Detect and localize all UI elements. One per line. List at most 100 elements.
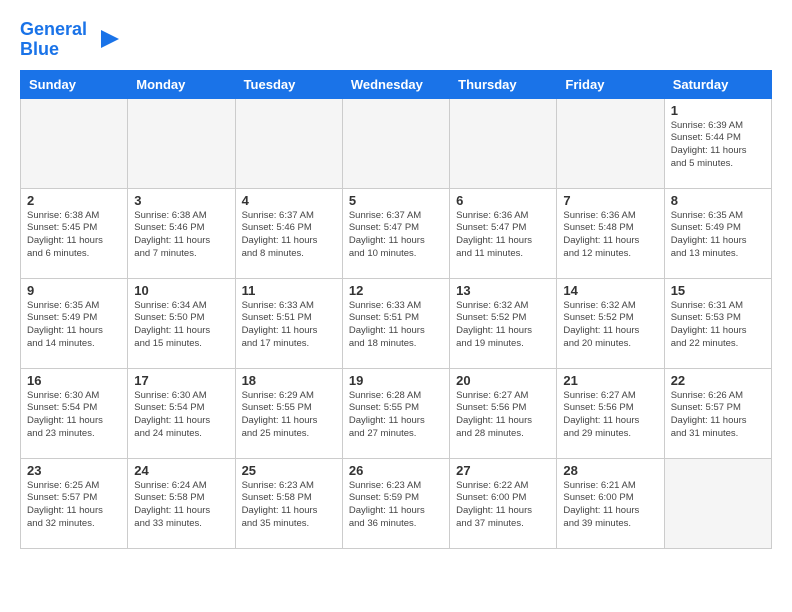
day-info: Sunrise: 6:35 AM Sunset: 5:49 PM Dayligh… [671, 210, 765, 261]
weekday-header-tuesday: Tuesday [235, 70, 342, 98]
calendar-cell: 25 Sunrise: 6:23 AM Sunset: 5:58 PM Dayli… [235, 458, 342, 548]
day-number: 19 [349, 373, 443, 388]
day-number: 18 [242, 373, 336, 388]
day-number: 13 [456, 283, 550, 298]
calendar-cell: 14 Sunrise: 6:32 AM Sunset: 5:52 PM Dayli… [557, 278, 664, 368]
calendar-cell: 28Sunrise: 6:21 AM Sunset: 6:00 PM Dayli… [557, 458, 664, 548]
calendar-cell [557, 98, 664, 188]
day-info: Sunrise: 6:30 AM Sunset: 5:54 PM Dayligh… [27, 390, 121, 441]
day-info: Sunrise: 6:38 AM Sunset: 5:46 PM Dayligh… [134, 210, 228, 261]
day-number: 3 [134, 193, 228, 208]
calendar-cell: 16 Sunrise: 6:30 AM Sunset: 5:54 PM Dayli… [21, 368, 128, 458]
day-number: 15 [671, 283, 765, 298]
calendar-cell: 4 Sunrise: 6:37 AM Sunset: 5:46 PM Daylig… [235, 188, 342, 278]
calendar-cell: 17Sunrise: 6:30 AM Sunset: 5:54 PM Dayli… [128, 368, 235, 458]
day-info: Sunrise: 6:27 AM Sunset: 5:56 PM Dayligh… [456, 390, 550, 441]
day-info: Sunrise: 6:37 AM Sunset: 5:46 PM Dayligh… [242, 210, 336, 261]
day-info: Sunrise: 6:25 AM Sunset: 5:57 PM Dayligh… [27, 480, 121, 531]
logo-icon [91, 25, 121, 55]
weekday-header-saturday: Saturday [664, 70, 771, 98]
day-number: 9 [27, 283, 121, 298]
calendar-cell: 5 Sunrise: 6:37 AM Sunset: 5:47 PM Daylig… [342, 188, 449, 278]
calendar-cell: 8 Sunrise: 6:35 AM Sunset: 5:49 PM Daylig… [664, 188, 771, 278]
page-header: General Blue [20, 20, 772, 60]
calendar-cell [664, 458, 771, 548]
day-info: Sunrise: 6:29 AM Sunset: 5:55 PM Dayligh… [242, 390, 336, 441]
day-info: Sunrise: 6:23 AM Sunset: 5:59 PM Dayligh… [349, 480, 443, 531]
calendar-cell: 12 Sunrise: 6:33 AM Sunset: 5:51 PM Dayli… [342, 278, 449, 368]
day-info: Sunrise: 6:35 AM Sunset: 5:49 PM Dayligh… [27, 300, 121, 351]
day-info: Sunrise: 6:36 AM Sunset: 5:47 PM Dayligh… [456, 210, 550, 261]
calendar-week-1: 1Sunrise: 6:39 AM Sunset: 5:44 PM Daylig… [21, 98, 772, 188]
day-info: Sunrise: 6:32 AM Sunset: 5:52 PM Dayligh… [563, 300, 657, 351]
weekday-header-wednesday: Wednesday [342, 70, 449, 98]
day-info: Sunrise: 6:34 AM Sunset: 5:50 PM Dayligh… [134, 300, 228, 351]
calendar-week-3: 9 Sunrise: 6:35 AM Sunset: 5:49 PM Daylig… [21, 278, 772, 368]
calendar-cell: 13Sunrise: 6:32 AM Sunset: 5:52 PM Dayli… [450, 278, 557, 368]
day-info: Sunrise: 6:31 AM Sunset: 5:53 PM Dayligh… [671, 300, 765, 351]
calendar-cell: 18 Sunrise: 6:29 AM Sunset: 5:55 PM Dayli… [235, 368, 342, 458]
calendar-cell [235, 98, 342, 188]
day-number: 17 [134, 373, 228, 388]
day-number: 5 [349, 193, 443, 208]
day-info: Sunrise: 6:22 AM Sunset: 6:00 PM Dayligh… [456, 480, 550, 531]
day-number: 6 [456, 193, 550, 208]
calendar-body: 1Sunrise: 6:39 AM Sunset: 5:44 PM Daylig… [21, 98, 772, 548]
weekday-header-sunday: Sunday [21, 70, 128, 98]
day-info: Sunrise: 6:21 AM Sunset: 6:00 PM Dayligh… [563, 480, 657, 531]
day-number: 7 [563, 193, 657, 208]
logo: General Blue [20, 20, 121, 60]
calendar-cell: 15 Sunrise: 6:31 AM Sunset: 5:53 PM Dayli… [664, 278, 771, 368]
calendar-table: SundayMondayTuesdayWednesdayThursdayFrid… [20, 70, 772, 549]
calendar-cell: 23 Sunrise: 6:25 AM Sunset: 5:57 PM Dayli… [21, 458, 128, 548]
day-info: Sunrise: 6:37 AM Sunset: 5:47 PM Dayligh… [349, 210, 443, 261]
weekday-header-monday: Monday [128, 70, 235, 98]
day-number: 21 [563, 373, 657, 388]
calendar-cell: 27 Sunrise: 6:22 AM Sunset: 6:00 PM Dayli… [450, 458, 557, 548]
day-number: 25 [242, 463, 336, 478]
day-number: 11 [242, 283, 336, 298]
calendar-cell: 24 Sunrise: 6:24 AM Sunset: 5:58 PM Dayli… [128, 458, 235, 548]
day-number: 2 [27, 193, 121, 208]
logo-blue: Blue [20, 39, 59, 59]
calendar-cell: 11 Sunrise: 6:33 AM Sunset: 5:51 PM Dayli… [235, 278, 342, 368]
day-number: 8 [671, 193, 765, 208]
calendar-cell: 22 Sunrise: 6:26 AM Sunset: 5:57 PM Dayli… [664, 368, 771, 458]
calendar-cell: 19 Sunrise: 6:28 AM Sunset: 5:55 PM Dayli… [342, 368, 449, 458]
calendar-cell: 7 Sunrise: 6:36 AM Sunset: 5:48 PM Daylig… [557, 188, 664, 278]
weekday-header-friday: Friday [557, 70, 664, 98]
day-number: 24 [134, 463, 228, 478]
calendar-cell: 20 Sunrise: 6:27 AM Sunset: 5:56 PM Dayli… [450, 368, 557, 458]
day-number: 22 [671, 373, 765, 388]
day-number: 23 [27, 463, 121, 478]
day-number: 27 [456, 463, 550, 478]
day-info: Sunrise: 6:36 AM Sunset: 5:48 PM Dayligh… [563, 210, 657, 261]
day-info: Sunrise: 6:28 AM Sunset: 5:55 PM Dayligh… [349, 390, 443, 441]
calendar-cell: 6 Sunrise: 6:36 AM Sunset: 5:47 PM Daylig… [450, 188, 557, 278]
day-number: 1 [671, 103, 765, 118]
weekday-header-thursday: Thursday [450, 70, 557, 98]
day-number: 14 [563, 283, 657, 298]
calendar-cell [21, 98, 128, 188]
weekday-header-row: SundayMondayTuesdayWednesdayThursdayFrid… [21, 70, 772, 98]
day-info: Sunrise: 6:33 AM Sunset: 5:51 PM Dayligh… [349, 300, 443, 351]
calendar-cell: 10 Sunrise: 6:34 AM Sunset: 5:50 PM Dayli… [128, 278, 235, 368]
day-number: 10 [134, 283, 228, 298]
day-number: 4 [242, 193, 336, 208]
calendar-cell: 21Sunrise: 6:27 AM Sunset: 5:56 PM Dayli… [557, 368, 664, 458]
day-number: 20 [456, 373, 550, 388]
calendar-cell: 3 Sunrise: 6:38 AM Sunset: 5:46 PM Daylig… [128, 188, 235, 278]
calendar-cell [450, 98, 557, 188]
day-info: Sunrise: 6:26 AM Sunset: 5:57 PM Dayligh… [671, 390, 765, 441]
logo-general: General [20, 19, 87, 39]
day-info: Sunrise: 6:23 AM Sunset: 5:58 PM Dayligh… [242, 480, 336, 531]
day-info: Sunrise: 6:24 AM Sunset: 5:58 PM Dayligh… [134, 480, 228, 531]
day-info: Sunrise: 6:38 AM Sunset: 5:45 PM Dayligh… [27, 210, 121, 261]
calendar-cell: 2 Sunrise: 6:38 AM Sunset: 5:45 PM Daylig… [21, 188, 128, 278]
calendar-cell: 26Sunrise: 6:23 AM Sunset: 5:59 PM Dayli… [342, 458, 449, 548]
day-number: 12 [349, 283, 443, 298]
calendar-cell [128, 98, 235, 188]
day-info: Sunrise: 6:33 AM Sunset: 5:51 PM Dayligh… [242, 300, 336, 351]
day-number: 16 [27, 373, 121, 388]
calendar-cell: 1Sunrise: 6:39 AM Sunset: 5:44 PM Daylig… [664, 98, 771, 188]
